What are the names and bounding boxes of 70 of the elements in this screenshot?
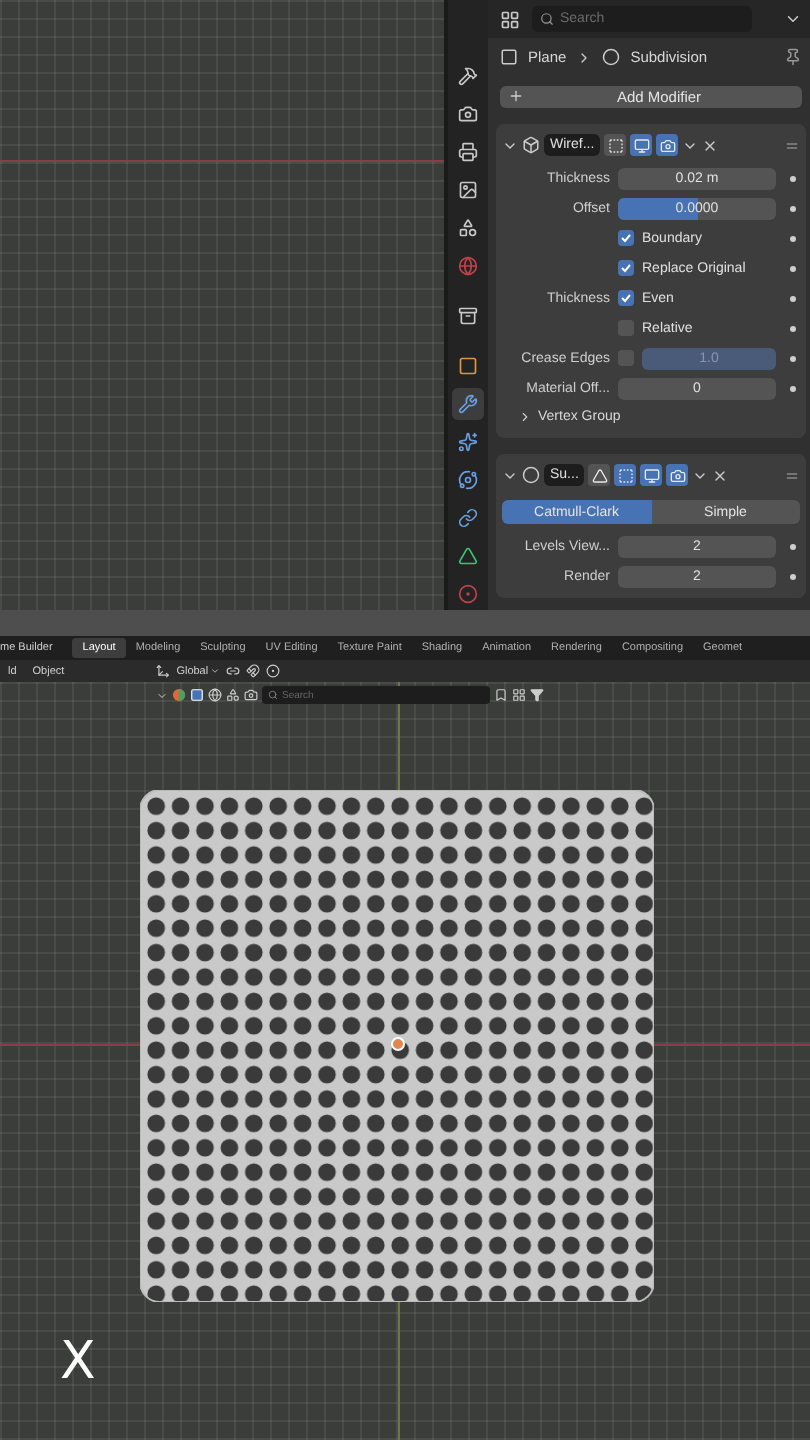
keyframe-dot[interactable] [789, 235, 795, 241]
toggle-button[interactable] [604, 134, 627, 156]
wrench-icon [458, 394, 478, 414]
cube-icon [522, 136, 540, 154]
keyframe-dot[interactable] [789, 573, 795, 579]
image-icon [458, 180, 478, 200]
camera-icon [659, 137, 676, 153]
link-icon [458, 508, 478, 528]
toggle-button[interactable] [630, 134, 653, 156]
square-icon [500, 48, 518, 67]
hammer-icon [458, 66, 478, 86]
keyframe-dot[interactable] [789, 175, 795, 181]
properties-tab[interactable] [452, 388, 484, 420]
toggle-button[interactable] [656, 134, 679, 156]
filter-icon[interactable] [530, 688, 544, 702]
close-icon[interactable] [712, 467, 729, 483]
shapes-icon [458, 218, 478, 238]
keyframe-dot[interactable] [789, 205, 795, 211]
triangle-icon [458, 546, 478, 566]
archive-icon [458, 306, 478, 326]
close-icon[interactable] [702, 137, 719, 153]
sparkles-icon [458, 432, 478, 452]
camera-icon [458, 104, 478, 124]
circle-icon[interactable] [266, 664, 281, 678]
monitor-icon [643, 467, 660, 483]
sphere-icon[interactable] [172, 688, 186, 702]
drag-handle-icon[interactable] [784, 467, 800, 483]
shapes-icon[interactable] [226, 688, 240, 702]
dashed-square-icon [607, 137, 624, 153]
camera-icon[interactable] [244, 688, 258, 702]
bookmark-icon[interactable] [494, 688, 508, 702]
orbit-icon [458, 470, 478, 490]
axes-icon[interactable] [156, 664, 171, 678]
circle-icon [458, 584, 478, 604]
editor-type-icon[interactable] [500, 9, 520, 30]
globe-icon [458, 256, 478, 276]
chevron-icon [518, 410, 532, 424]
checkbox[interactable] [618, 260, 634, 276]
pin-icon[interactable] [784, 48, 802, 67]
checkbox[interactable] [618, 230, 634, 246]
toggle-button[interactable] [640, 464, 663, 486]
camera-icon [669, 467, 686, 483]
magnet-icon[interactable] [246, 664, 261, 678]
monitor-icon [633, 137, 650, 153]
keyframe-dot[interactable] [789, 295, 795, 301]
drag-handle-icon[interactable] [784, 137, 800, 153]
keyframe-dot[interactable] [789, 355, 795, 361]
dashed-square-icon [617, 467, 634, 483]
chevron-icon [210, 666, 221, 676]
grid-icon[interactable] [512, 688, 526, 702]
square-icon [458, 356, 478, 376]
globe-icon[interactable] [208, 688, 222, 702]
toggle-button[interactable] [588, 464, 611, 486]
keyframe-dot[interactable] [789, 325, 795, 331]
toggle-button[interactable] [614, 464, 637, 486]
circle-icon [522, 466, 540, 484]
printer-icon [458, 142, 478, 162]
circle-icon [602, 48, 621, 67]
toggle-button[interactable] [666, 464, 689, 486]
checkbox[interactable] [618, 290, 634, 306]
link-icon[interactable] [226, 664, 241, 678]
keyframe-dot[interactable] [789, 385, 795, 391]
keyframe-dot[interactable] [789, 543, 795, 549]
plus-icon [508, 88, 524, 105]
search-icon [268, 690, 278, 700]
caption-text: X [60, 1332, 96, 1392]
triangle-icon [591, 467, 608, 483]
search-icon [540, 12, 554, 27]
keyframe-dot[interactable] [789, 265, 795, 271]
square-icon[interactable] [190, 688, 204, 702]
